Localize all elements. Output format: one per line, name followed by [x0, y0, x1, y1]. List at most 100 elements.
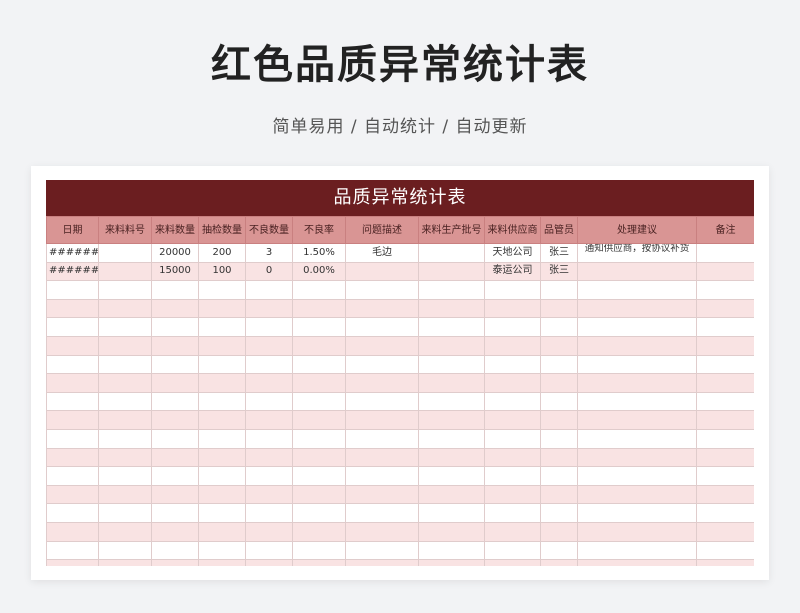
- table-cell[interactable]: [696, 280, 754, 300]
- table-cell[interactable]: [151, 373, 199, 393]
- table-cell[interactable]: 通知供应商，按协议补货: [577, 243, 697, 263]
- table-cell[interactable]: [345, 410, 419, 430]
- table-cell[interactable]: ########: [46, 261, 99, 282]
- table-cell[interactable]: [198, 280, 246, 300]
- table-cell[interactable]: [98, 466, 152, 486]
- table-cell[interactable]: 100: [198, 261, 246, 282]
- table-cell[interactable]: [98, 354, 152, 375]
- column-header[interactable]: 来料生产批号: [418, 216, 485, 244]
- table-cell[interactable]: [540, 335, 578, 356]
- table-cell[interactable]: [46, 503, 99, 523]
- table-cell[interactable]: [484, 280, 541, 300]
- table-cell[interactable]: [577, 521, 697, 542]
- table-cell[interactable]: [46, 484, 99, 505]
- table-cell[interactable]: 1.50%: [292, 243, 346, 263]
- table-cell[interactable]: [198, 503, 246, 523]
- table-cell[interactable]: [245, 559, 293, 566]
- table-cell[interactable]: [345, 261, 419, 282]
- table-cell[interactable]: [345, 559, 419, 566]
- table-cell[interactable]: [98, 447, 152, 468]
- table-cell[interactable]: [245, 410, 293, 430]
- table-cell[interactable]: [418, 521, 485, 542]
- table-cell[interactable]: [98, 261, 152, 282]
- table-cell[interactable]: [418, 373, 485, 393]
- table-cell[interactable]: [292, 354, 346, 375]
- table-cell[interactable]: [577, 335, 697, 356]
- table-cell[interactable]: [696, 559, 754, 566]
- table-cell[interactable]: [151, 466, 199, 486]
- column-header[interactable]: 日期: [46, 216, 99, 244]
- table-cell[interactable]: [696, 503, 754, 523]
- table-cell[interactable]: [98, 521, 152, 542]
- table-cell[interactable]: [98, 373, 152, 393]
- table-cell[interactable]: [46, 428, 99, 449]
- column-header[interactable]: 品管员: [540, 216, 578, 244]
- table-cell[interactable]: [418, 261, 485, 282]
- table-cell[interactable]: [345, 298, 419, 319]
- table-cell[interactable]: [696, 335, 754, 356]
- table-cell[interactable]: [98, 540, 152, 561]
- table-cell[interactable]: [98, 410, 152, 430]
- table-cell[interactable]: [151, 354, 199, 375]
- table-cell[interactable]: [484, 484, 541, 505]
- table-cell[interactable]: 张三: [540, 243, 578, 263]
- table-cell[interactable]: [245, 484, 293, 505]
- table-cell[interactable]: [198, 447, 246, 468]
- table-cell[interactable]: [151, 559, 199, 566]
- table-cell[interactable]: [540, 540, 578, 561]
- table-cell[interactable]: [245, 373, 293, 393]
- table-cell[interactable]: [418, 540, 485, 561]
- table-cell[interactable]: [98, 484, 152, 505]
- table-cell[interactable]: [418, 391, 485, 412]
- table-cell[interactable]: [577, 484, 697, 505]
- table-cell[interactable]: [151, 317, 199, 337]
- table-cell[interactable]: [696, 373, 754, 393]
- table-cell[interactable]: [540, 466, 578, 486]
- table-cell[interactable]: [151, 280, 199, 300]
- table-cell[interactable]: [98, 317, 152, 337]
- table-cell[interactable]: [540, 521, 578, 542]
- table-cell[interactable]: [198, 335, 246, 356]
- table-cell[interactable]: [577, 391, 697, 412]
- table-cell[interactable]: [484, 428, 541, 449]
- table-cell[interactable]: [292, 280, 346, 300]
- table-cell[interactable]: [98, 559, 152, 566]
- table-cell[interactable]: [198, 540, 246, 561]
- table-cell[interactable]: [292, 447, 346, 468]
- table-cell[interactable]: [98, 428, 152, 449]
- table-cell[interactable]: 200: [198, 243, 246, 263]
- table-cell[interactable]: 20000: [151, 243, 199, 263]
- column-header[interactable]: 来料数量: [151, 216, 199, 244]
- table-cell[interactable]: [198, 373, 246, 393]
- table-cell[interactable]: [696, 298, 754, 319]
- table-cell[interactable]: [345, 428, 419, 449]
- table-cell[interactable]: [345, 317, 419, 337]
- table-cell[interactable]: [46, 317, 99, 337]
- table-cell[interactable]: [484, 317, 541, 337]
- table-cell[interactable]: [418, 354, 485, 375]
- table-cell[interactable]: [46, 521, 99, 542]
- table-cell[interactable]: [484, 335, 541, 356]
- table-cell[interactable]: [292, 540, 346, 561]
- table-cell[interactable]: [245, 354, 293, 375]
- table-cell[interactable]: [198, 317, 246, 337]
- table-cell[interactable]: [577, 428, 697, 449]
- table-cell[interactable]: [345, 391, 419, 412]
- table-cell[interactable]: [577, 298, 697, 319]
- table-cell[interactable]: [46, 410, 99, 430]
- table-cell[interactable]: [484, 466, 541, 486]
- table-cell[interactable]: [484, 559, 541, 566]
- table-cell[interactable]: [418, 317, 485, 337]
- table-cell[interactable]: [540, 410, 578, 430]
- table-cell[interactable]: [151, 298, 199, 319]
- table-cell[interactable]: [151, 447, 199, 468]
- table-cell[interactable]: [418, 280, 485, 300]
- table-cell[interactable]: [46, 373, 99, 393]
- table-cell[interactable]: [151, 521, 199, 542]
- table-cell[interactable]: [46, 466, 99, 486]
- table-cell[interactable]: [696, 521, 754, 542]
- table-cell[interactable]: [345, 373, 419, 393]
- table-cell[interactable]: [540, 280, 578, 300]
- column-header[interactable]: 来料供应商: [484, 216, 541, 244]
- table-cell[interactable]: [151, 428, 199, 449]
